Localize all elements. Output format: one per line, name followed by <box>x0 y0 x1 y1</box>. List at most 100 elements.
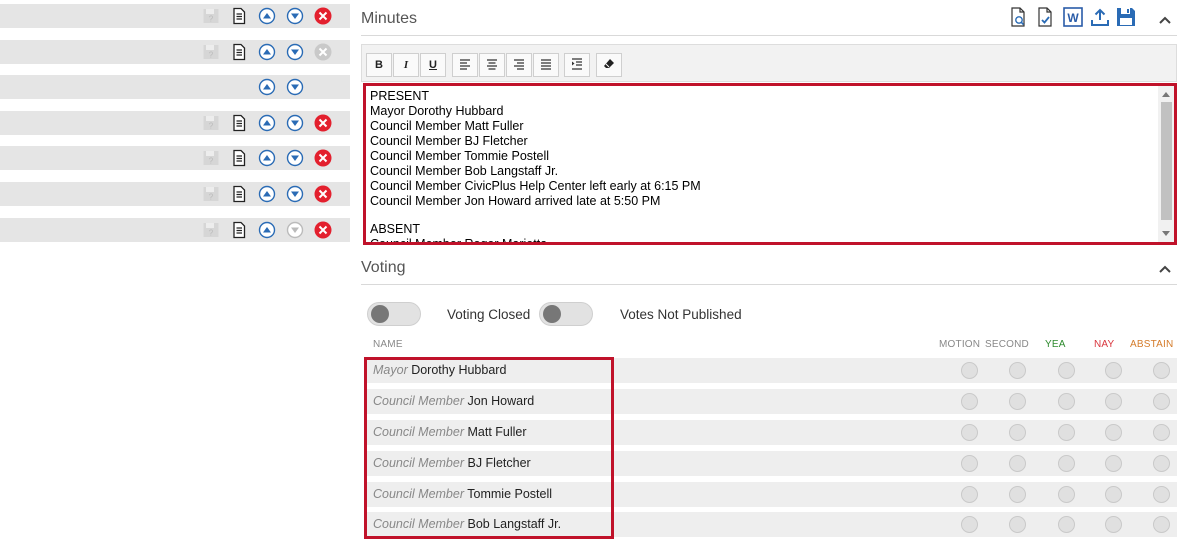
nay-radio[interactable] <box>1105 455 1122 472</box>
move-down-icon[interactable] <box>286 149 304 167</box>
motion-radio[interactable] <box>961 424 978 441</box>
align-right-button[interactable] <box>506 53 532 77</box>
move-down-icon[interactable] <box>286 78 304 96</box>
document-icon[interactable] <box>230 7 248 25</box>
abstain-radio[interactable] <box>1153 455 1170 472</box>
motion-radio[interactable] <box>961 362 978 379</box>
move-down-icon[interactable] <box>286 43 304 61</box>
nay-radio[interactable] <box>1105 516 1122 533</box>
doc-preview-icon[interactable] <box>1007 6 1029 28</box>
document-icon[interactable] <box>230 114 248 132</box>
voting-closed-toggle[interactable] <box>367 302 421 326</box>
nay-radio[interactable] <box>1105 486 1122 503</box>
svg-text:?: ? <box>209 229 214 238</box>
delete-icon[interactable] <box>314 221 332 239</box>
move-up-icon[interactable] <box>258 185 276 203</box>
document-icon[interactable] <box>230 221 248 239</box>
voting-collapse-chevron-icon[interactable] <box>1157 261 1173 277</box>
yea-radio[interactable] <box>1058 486 1075 503</box>
scroll-up-arrow-icon[interactable] <box>1162 92 1170 97</box>
save-draft-icon: ? <box>202 149 220 167</box>
align-center-button[interactable] <box>479 53 505 77</box>
minutes-line: ABSENT <box>370 222 421 236</box>
yea-radio[interactable] <box>1058 393 1075 410</box>
align-center-icon <box>487 59 497 70</box>
scroll-thumb[interactable] <box>1161 102 1172 220</box>
delete-icon[interactable] <box>314 185 332 203</box>
second-radio[interactable] <box>1009 516 1026 533</box>
column-header-second: SECOND <box>985 339 1029 350</box>
clear-format-button[interactable] <box>596 53 622 77</box>
yea-radio[interactable] <box>1058 424 1075 441</box>
yea-radio[interactable] <box>1058 362 1075 379</box>
minutes-line: Council Member CivicPlus Help Center lef… <box>370 179 701 193</box>
minutes-divider <box>361 35 1177 36</box>
delete-icon[interactable] <box>314 114 332 132</box>
move-up-icon[interactable] <box>258 7 276 25</box>
document-icon[interactable] <box>230 149 248 167</box>
delete-icon[interactable] <box>314 7 332 25</box>
minutes-editor[interactable]: PRESENT Mayor Dorothy Hubbard Council Memb… <box>363 83 1177 245</box>
abstain-radio[interactable] <box>1153 486 1170 503</box>
second-radio[interactable] <box>1009 486 1026 503</box>
move-down-icon[interactable] <box>286 185 304 203</box>
member-names-highlight <box>364 357 614 539</box>
abstain-radio[interactable] <box>1153 424 1170 441</box>
page: ?????? Minutes W B I U PRESENT Mayor Dor… <box>0 0 1200 548</box>
nay-radio[interactable] <box>1105 393 1122 410</box>
minutes-text[interactable]: PRESENT Mayor Dorothy Hubbard Council Memb… <box>370 89 701 245</box>
move-down-icon[interactable] <box>286 7 304 25</box>
align-left-button[interactable] <box>452 53 478 77</box>
yea-radio[interactable] <box>1058 455 1075 472</box>
abstain-radio[interactable] <box>1153 516 1170 533</box>
minutes-line: PRESENT <box>370 89 430 103</box>
scroll-down-arrow-icon[interactable] <box>1162 231 1170 236</box>
minutes-collapse-chevron-icon[interactable] <box>1157 12 1173 28</box>
delete-icon[interactable] <box>314 149 332 167</box>
move-up-icon[interactable] <box>258 114 276 132</box>
second-radio[interactable] <box>1009 362 1026 379</box>
minutes-line: Council Member Tommie Postell <box>370 149 549 163</box>
doc-check-icon[interactable] <box>1034 6 1056 28</box>
indent-button[interactable] <box>564 53 590 77</box>
bold-button[interactable]: B <box>366 53 392 77</box>
motion-radio[interactable] <box>961 455 978 472</box>
document-icon[interactable] <box>230 185 248 203</box>
abstain-radio[interactable] <box>1153 393 1170 410</box>
save-draft-icon: ? <box>202 7 220 25</box>
motion-radio[interactable] <box>961 486 978 503</box>
italic-button[interactable]: I <box>393 53 419 77</box>
svg-text:?: ? <box>209 51 214 60</box>
underline-button[interactable]: U <box>420 53 446 77</box>
word-icon[interactable]: W <box>1062 6 1084 28</box>
motion-radio[interactable] <box>961 393 978 410</box>
agenda-row: ? <box>0 111 350 135</box>
move-up-icon[interactable] <box>258 149 276 167</box>
move-up-icon[interactable] <box>258 43 276 61</box>
editor-scrollbar[interactable] <box>1158 86 1174 242</box>
second-radio[interactable] <box>1009 393 1026 410</box>
minutes-line: Council Member Roger Marietta <box>370 237 548 245</box>
move-up-icon[interactable] <box>258 78 276 96</box>
voting-closed-label: Voting Closed <box>447 307 531 322</box>
abstain-radio[interactable] <box>1153 362 1170 379</box>
nay-radio[interactable] <box>1105 362 1122 379</box>
upload-icon[interactable] <box>1089 6 1111 28</box>
svg-text:?: ? <box>209 122 214 131</box>
save-disk-icon[interactable] <box>1115 6 1137 28</box>
nay-radio[interactable] <box>1105 424 1122 441</box>
delete-icon <box>314 43 332 61</box>
justify-button[interactable] <box>533 53 559 77</box>
document-icon[interactable] <box>230 43 248 61</box>
save-draft-icon: ? <box>202 114 220 132</box>
votes-published-toggle[interactable] <box>539 302 593 326</box>
second-radio[interactable] <box>1009 455 1026 472</box>
motion-radio[interactable] <box>961 516 978 533</box>
move-up-icon[interactable] <box>258 221 276 239</box>
svg-text:?: ? <box>209 15 214 24</box>
yea-radio[interactable] <box>1058 516 1075 533</box>
move-down-icon[interactable] <box>286 114 304 132</box>
eraser-icon <box>604 59 614 68</box>
minutes-title: Minutes <box>361 10 418 27</box>
second-radio[interactable] <box>1009 424 1026 441</box>
